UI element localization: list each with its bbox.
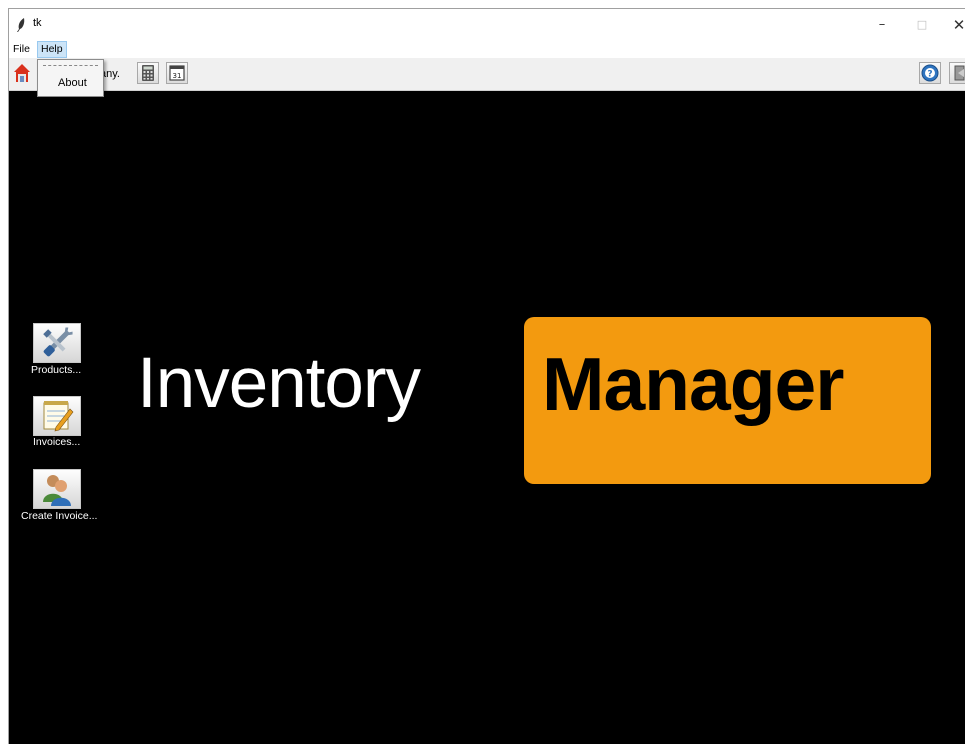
logo-accent-box: Manager	[524, 317, 931, 484]
help-icon: ?	[921, 64, 939, 82]
exit-icon	[954, 65, 965, 81]
products-button[interactable]	[33, 323, 81, 363]
menu-bar: File Help	[9, 41, 965, 58]
tearoff-line[interactable]	[43, 65, 98, 66]
home-button[interactable]	[13, 62, 31, 84]
notepad-icon	[43, 401, 74, 432]
exit-button[interactable]	[949, 62, 965, 84]
menu-item-about[interactable]: About	[58, 77, 87, 89]
minimize-button[interactable]: –	[864, 9, 900, 41]
menu-file[interactable]: File	[10, 42, 33, 57]
users-icon	[43, 475, 71, 506]
svg-text:?: ?	[927, 70, 932, 80]
calendar-icon: 31	[169, 65, 185, 81]
calendar-day: 31	[173, 72, 182, 80]
window-title: tk	[33, 17, 42, 29]
toolbar: any. 31 ?	[9, 58, 965, 91]
products-label: Products...	[31, 364, 82, 376]
logo-text-inventory: Inventory	[137, 344, 421, 423]
calculator-button[interactable]	[137, 62, 159, 84]
create-invoice-button[interactable]	[33, 469, 81, 509]
help-button[interactable]: ?	[919, 62, 941, 84]
title-bar: tk – □ ✕	[9, 9, 965, 41]
logo-text-manager: Manager	[542, 342, 844, 426]
tools-icon	[43, 327, 73, 357]
app-window: tk – □ ✕ File Help any. 31 ? Products...…	[8, 8, 965, 744]
menu-help[interactable]: Help	[37, 41, 67, 58]
create-invoice-label: Create Invoice...	[21, 510, 98, 522]
invoices-button[interactable]	[33, 396, 81, 436]
main-canvas: Products... Invoices... Create Invoice..…	[9, 91, 965, 744]
calculator-icon	[142, 65, 154, 81]
home-icon	[14, 64, 30, 82]
feather-icon	[15, 17, 27, 33]
invoices-label: Invoices...	[33, 436, 81, 448]
calendar-button[interactable]: 31	[166, 62, 188, 84]
close-button[interactable]: ✕	[941, 9, 965, 41]
maximize-button[interactable]: □	[904, 9, 940, 41]
help-dropdown-menu: About	[37, 59, 104, 97]
